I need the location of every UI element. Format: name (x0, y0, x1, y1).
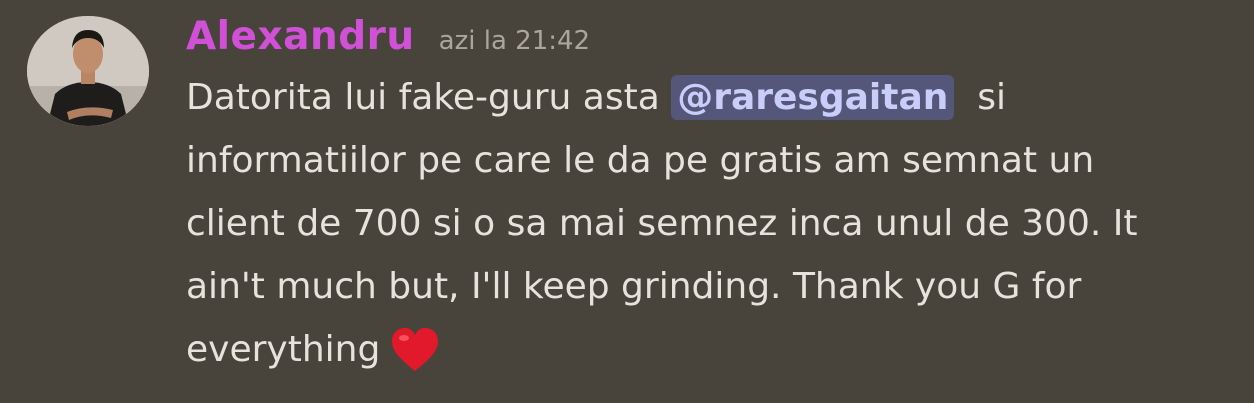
chat-message: Alexandru azi la 21:42 Datorita lui fake… (0, 0, 1254, 403)
timestamp: azi la 21:42 (438, 26, 591, 56)
message-text: everything (186, 329, 381, 370)
message-content: Datorita lui fake-guru asta @raresgaitan… (186, 66, 1236, 393)
heart-emoji (390, 327, 440, 393)
message-line: everything (186, 318, 1236, 393)
username[interactable]: Alexandru (186, 14, 415, 59)
message-line: ain't much but, I'll keep grinding. Than… (186, 266, 1082, 307)
avatar[interactable] (27, 16, 149, 126)
message-header: Alexandru azi la 21:42 (186, 14, 590, 59)
avatar-photo (27, 16, 149, 126)
message-text: si (954, 77, 1007, 118)
message-line: informatiilor pe care le da pe gratis am… (186, 140, 1095, 181)
user-mention[interactable]: @raresgaitan (671, 75, 955, 120)
message-line: client de 700 si o sa mai semnez inca un… (186, 203, 1138, 244)
message-text: Datorita lui fake-guru asta (186, 77, 672, 118)
message-line: Datorita lui fake-guru asta @raresgaitan… (186, 66, 1236, 129)
